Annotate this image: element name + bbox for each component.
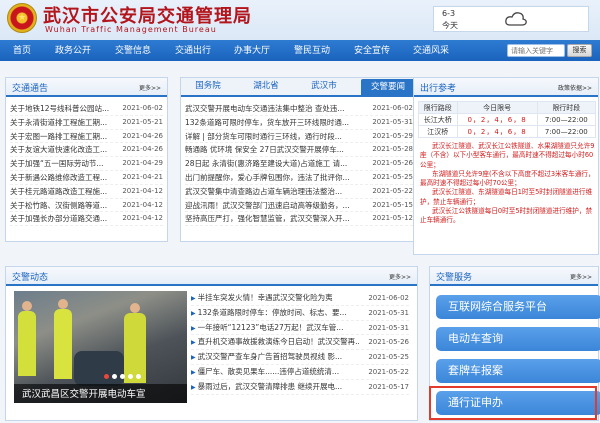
tunnel-note: 武汉长江隧道、东湖隧道每日1时至5时封闭隧道进行维护，禁止车辆通行； <box>420 188 593 206</box>
tunnel-notes: 武汉长江隧道、武汉长江公铁隧道、水果湖隧道只允许9座（不含）以下小型客车通行，最… <box>420 142 595 226</box>
services-more-link[interactable]: 更多>> <box>570 272 592 281</box>
weather-widget: 6-3 今天 <box>433 6 589 32</box>
list-item[interactable]: 132条道路可限时停车，货车放开三环线限时通... 2021-05-31 <box>185 116 413 130</box>
notices-panel: 交通通告 更多>> 关于地铁12号线科普公园站... 2021-06-02 关于永… <box>5 77 168 242</box>
list-item[interactable]: 坚持高压严打，强化智慧监管，武汉交警深入开... 2021-05-12 <box>185 212 413 227</box>
reference-title: 出行参考 <box>420 84 457 94</box>
tunnel-note: 武汉长江隧道、武汉长江公铁隧道、水果湖隧道只允许9座（不含）以下小型客车通行，最… <box>420 142 595 169</box>
cloud-icon <box>505 12 527 26</box>
tab-police-news[interactable]: 交警要闻 <box>361 79 415 96</box>
notices-list: 关于地铁12号线科普公园站... 2021-06-02 关于永清街道排工程施工期.… <box>10 102 163 227</box>
police-dynamics-header: 交警动态 更多>> <box>6 267 417 286</box>
nav-item-travel[interactable]: 交通出行 <box>175 43 211 56</box>
nav-item-style[interactable]: 交通风采 <box>413 43 449 56</box>
list-item[interactable]: 迎战汛雨！武汉交警部门迅速启动高等级勤务，... 2021-05-15 <box>185 199 413 213</box>
photo-caption[interactable]: 武汉武昌区交警开展电动车宣 <box>22 386 146 400</box>
e-bike-query-button[interactable]: 电动车查询 <box>436 327 600 351</box>
nav-item-police-info[interactable]: 交警信息 <box>115 43 151 56</box>
list-item[interactable]: 关于宏图一路排工程施工期... 2021-04-26 <box>10 130 163 144</box>
police-dynamics-more-link[interactable]: 更多>> <box>389 272 411 281</box>
list-item[interactable]: 关于加强长办部分道路交通... 2021-04-12 <box>10 212 163 227</box>
main-nav: 首页 政务公开 交警信息 交通出行 办事大厅 警民互动 安全宣传 交通风采 搜索 <box>0 40 600 61</box>
police-dynamics-panel: 交警动态 更多>> 武汉武昌区交警开展电动车宣 半挂车突发火情！幸遇武汉交警化险… <box>5 266 418 421</box>
list-item[interactable]: 28日起 永清街(惠济路至建设大道)占道施工 请... 2021-05-26 <box>185 157 413 171</box>
nav-item-safety[interactable]: 安全宣传 <box>354 43 390 56</box>
list-item[interactable]: 关于新遇公路维修改造工程... 2021-04-21 <box>10 171 163 185</box>
tab-hubei[interactable]: 湖北省 <box>247 78 285 95</box>
column-header: 今日限号 <box>456 101 538 114</box>
list-item[interactable]: 132条道路限时停车：停放时间、标志、要...2021-05-31 <box>191 306 409 321</box>
list-item[interactable]: 详解 | 部分货车可限时通行三环线，通行时段... 2021-05-29 <box>185 130 413 144</box>
list-item[interactable]: 武汉交警严查车身广告首招驾驶员视线 影...2021-05-25 <box>191 350 409 365</box>
site-header: ★ 武汉市公安局交通管理局 Wuhan Traffic Management B… <box>0 0 600 40</box>
permit-highlight-box <box>429 386 597 420</box>
list-item[interactable]: 畅通路 优环境 保安全 27日武汉交警开展停车... 2021-05-28 <box>185 143 413 158</box>
column-header: 限行路段 <box>418 101 458 114</box>
police-dynamics-title: 交警动态 <box>12 273 49 283</box>
notices-more-link[interactable]: 更多>> <box>139 83 161 92</box>
tab-state-council[interactable]: 国务院 <box>189 78 227 95</box>
list-item[interactable]: 关于加强“五一国际劳动节... 2021-04-29 <box>10 157 163 171</box>
police-emblem-icon[interactable]: ★ <box>7 3 37 33</box>
travel-reference-panel: 出行参考 政策依据>> 限行路段 今日限号 限行时段 长江大桥 0，2，4，6，… <box>413 77 599 255</box>
weather-day-label: 今天 <box>442 21 458 30</box>
police-news-panel: 国务院 湖北省 武汉市 交警要闻 武汉交警开展电动车交通违法集中整治 查处违..… <box>180 77 418 242</box>
restriction-table: 限行路段 今日限号 限行时段 长江大桥 0，2，4，6，8 7:00—22:00… <box>418 101 597 138</box>
site-subtitle: Wuhan Traffic Management Bureau <box>45 25 217 34</box>
notices-header: 交通通告 更多>> <box>6 78 167 97</box>
list-item[interactable]: 一年接听“12123”电话27万起！武汉车管...2021-05-31 <box>191 321 409 336</box>
search-input[interactable] <box>507 44 565 57</box>
carousel-dots[interactable] <box>104 372 144 381</box>
police-news-list: 武汉交警开展电动车交通违法集中整治 查处违... 2021-06-02 132条道… <box>185 102 413 227</box>
search-button[interactable]: 搜索 <box>567 44 592 57</box>
services-title: 交警服务 <box>436 273 473 283</box>
notices-title: 交通通告 <box>12 84 49 94</box>
policy-basis-link[interactable]: 政策依据>> <box>558 83 592 92</box>
nav-item-government-affairs[interactable]: 政务公开 <box>55 43 91 56</box>
list-item[interactable]: 关于永清街道排工程施工期... 2021-05-21 <box>10 116 163 130</box>
tunnel-note: 东湖隧道只允许9座(不含以下高度不超过3米客车通行，最高时速不得超过每小时70公… <box>420 169 595 188</box>
list-item[interactable]: 半挂车突发火情！幸遇武汉交警化险为夷2021-06-02 <box>191 291 409 306</box>
services-header: 交警服务 更多>> <box>430 267 598 286</box>
list-item[interactable]: 关于松竹路、汉街侧路等道... 2021-04-12 <box>10 199 163 213</box>
list-item[interactable]: 出门前提醒你，爱心手牌包围你，违法了批评你... 2021-05-25 <box>185 171 413 185</box>
list-item[interactable]: 武汉交警集中清查路边占道车辆治理违法整治... 2021-05-22 <box>185 185 413 199</box>
news-tabs: 国务院 湖北省 武汉市 交警要闻 <box>181 78 417 97</box>
nav-item-service-hall[interactable]: 办事大厅 <box>234 43 270 56</box>
internet-service-platform-button[interactable]: 互联网综合服务平台 <box>436 295 600 319</box>
table-row: 长江大桥 0，2，4，6，8 7:00—22:00 <box>418 113 597 126</box>
weather-date: 6-3 <box>442 9 456 18</box>
nav-item-interaction[interactable]: 警民互动 <box>294 43 330 56</box>
list-item[interactable]: 武汉交警开展电动车交通违法集中整治 查处违... 2021-06-02 <box>185 102 413 116</box>
tunnel-note: 武汉长江公铁隧道每日0时至5时封闭隧道进行维护，禁止车辆通行。 <box>420 207 593 225</box>
nav-item-home[interactable]: 首页 <box>13 43 31 56</box>
list-item[interactable]: 僵尸车、散卖见果车......违停占道统统清...2021-05-22 <box>191 365 409 380</box>
list-item[interactable]: 关于地铁12号线科普公园站... 2021-06-02 <box>10 102 163 116</box>
tab-wuhan[interactable]: 武汉市 <box>305 78 343 95</box>
column-header: 限行时段 <box>536 101 597 114</box>
table-row: 江汉桥 0，2，4，6，8 7:00—22:00 <box>418 125 597 138</box>
news-photo-carousel[interactable]: 武汉武昌区交警开展电动车宣 <box>14 291 187 403</box>
police-dynamics-list: 半挂车突发火情！幸遇武汉交警化险为夷2021-06-02 132条道路限时停车：… <box>191 291 409 395</box>
list-item[interactable]: 暴雨过后，武汉交警清障排患 继续开展电...2021-05-17 <box>191 380 409 395</box>
list-item[interactable]: 直升机交通事故援救演练今日启动！武汉交警再...2021-05-26 <box>191 335 409 351</box>
cloned-plate-report-button[interactable]: 套牌车报案 <box>436 359 600 383</box>
list-item[interactable]: 关于桂元路道路改造工程施... 2021-04-12 <box>10 185 163 199</box>
list-item[interactable]: 关于友谊大道快速化改造工... 2021-04-26 <box>10 143 163 158</box>
reference-header: 出行参考 政策依据>> <box>414 78 598 97</box>
